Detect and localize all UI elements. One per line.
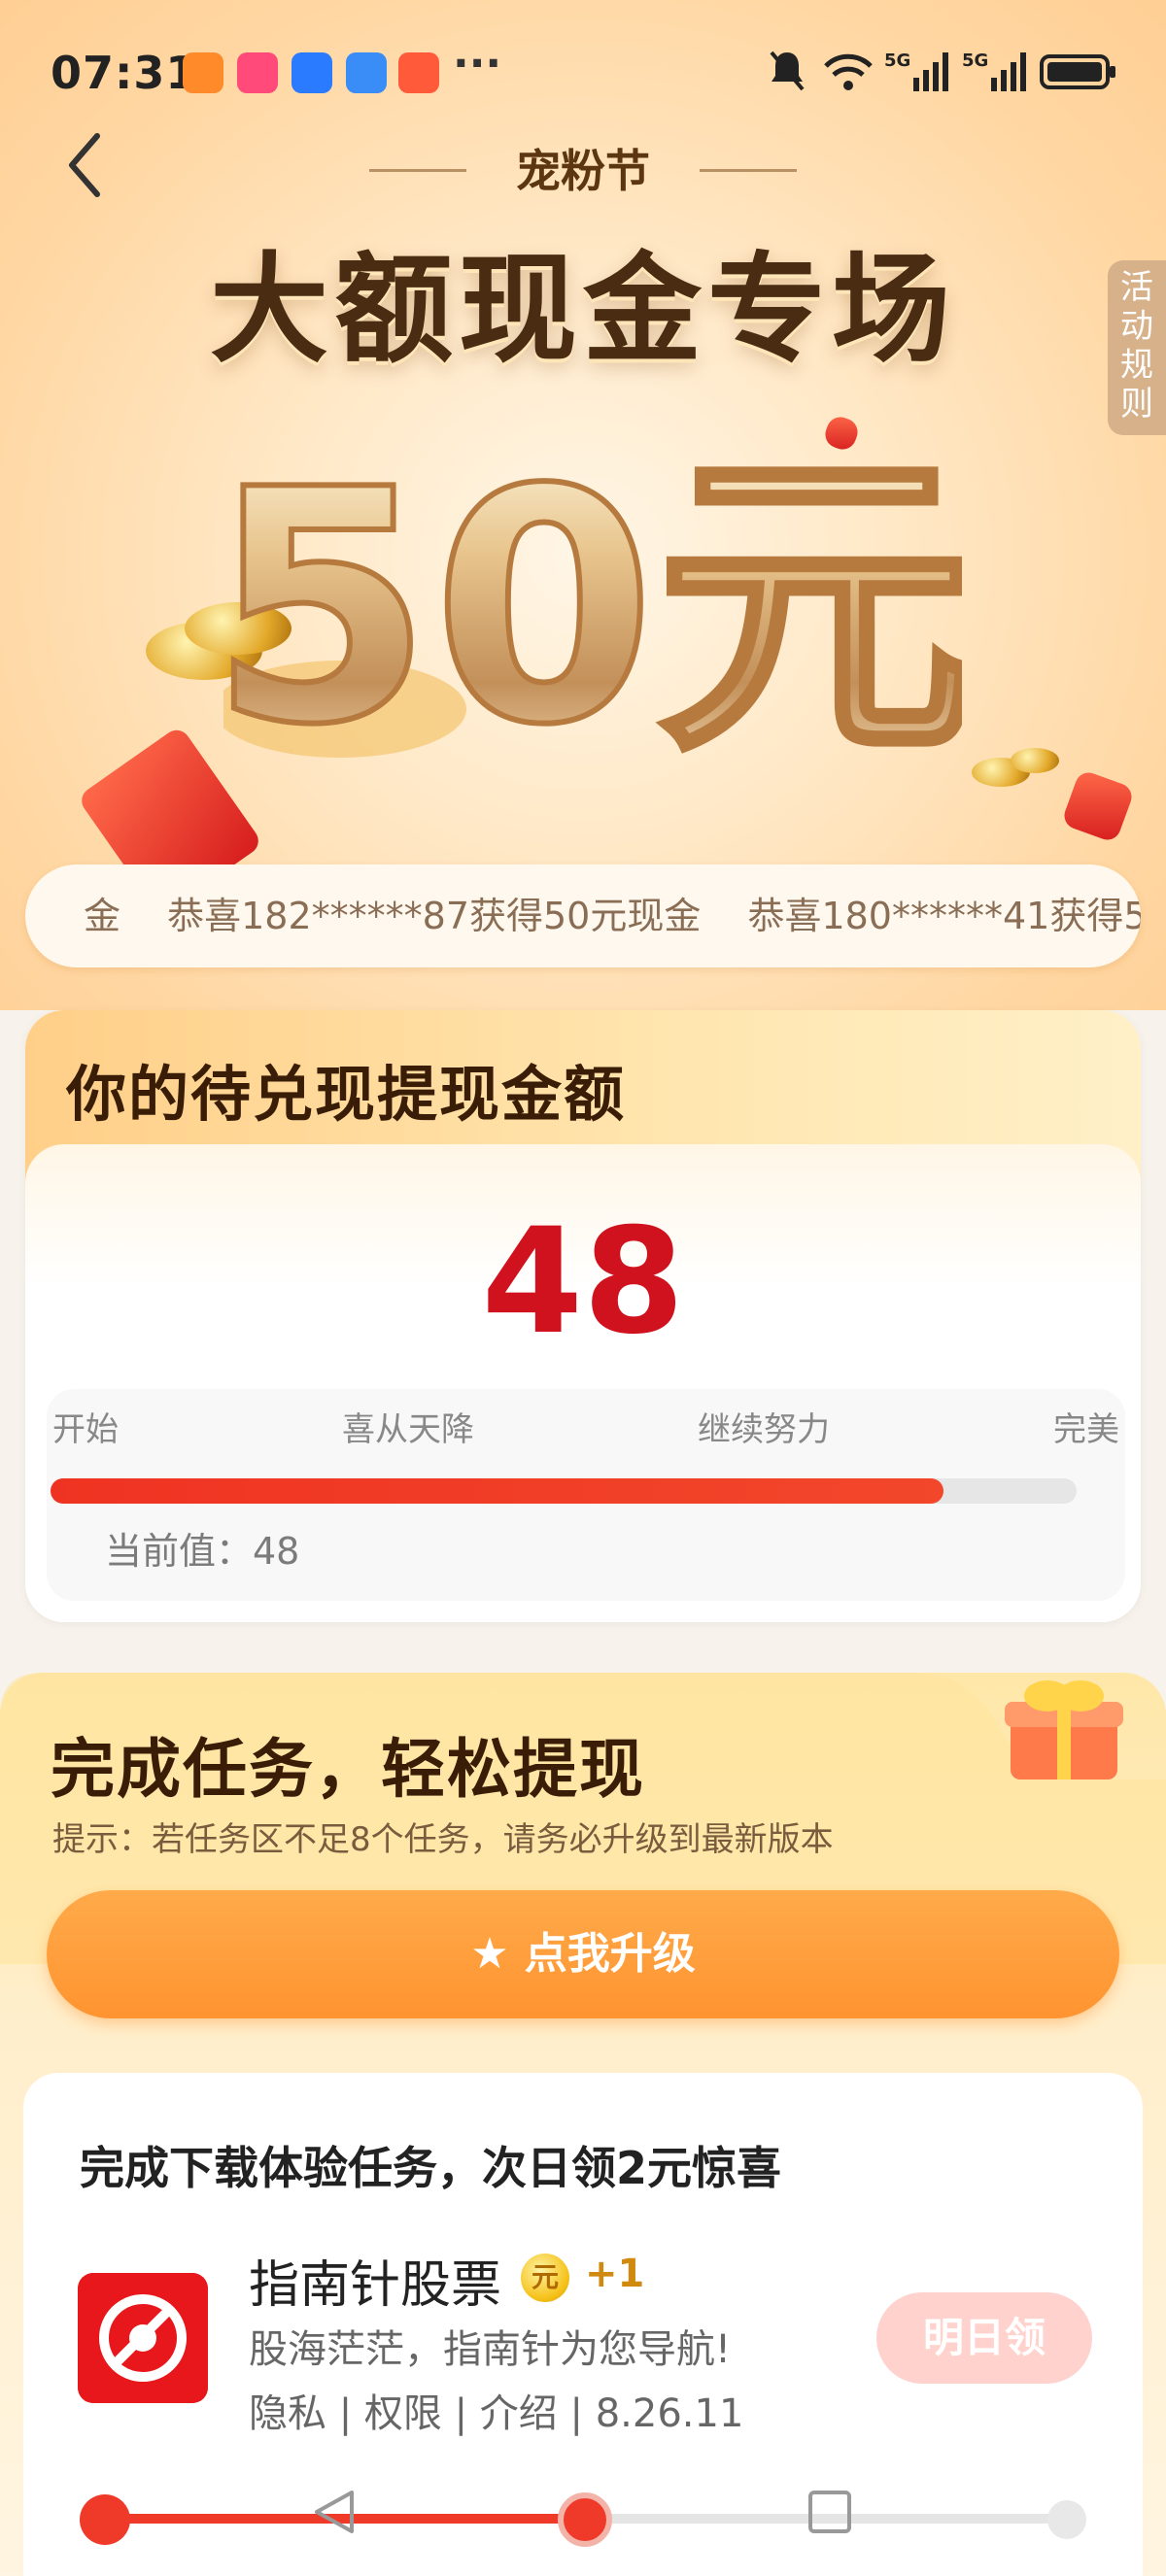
ticker-track: 金 恭喜182******87获得50元现金 恭喜180******41获得5 <box>84 864 1141 967</box>
square-overview-icon[interactable] <box>805 2487 855 2537</box>
svg-text:5G: 5G <box>884 51 910 71</box>
compass-stock-app-icon[interactable] <box>78 2273 208 2403</box>
status-time: 07:31 <box>51 47 198 99</box>
app-market-icon <box>292 52 332 93</box>
step-dot-current <box>558 2492 612 2547</box>
prize-balloon-graphic: 50元 <box>223 419 962 797</box>
upgrade-button[interactable]: ★ 点我升级 <box>47 1890 1119 2018</box>
prize-text: 50元 <box>223 422 962 795</box>
milestone-perfect: 完美 <box>1053 1410 1119 1449</box>
coin-decoration <box>1011 748 1059 773</box>
event-subtitle: 宠粉节 <box>369 146 797 204</box>
milestone-keep-going: 继续努力 <box>698 1410 830 1449</box>
status-bar: 07:31 ··· 5G 5G <box>0 0 1166 146</box>
star-icon: ★ <box>470 1929 509 1979</box>
download-task-title: 完成下载体验任务，次日领2元惊喜 <box>80 2142 782 2194</box>
progress-bar <box>51 1478 1077 1504</box>
more-notifications-icon: ··· <box>453 39 502 88</box>
svg-text:5G: 5G <box>962 51 988 71</box>
hero-banner: 50元 07:31 ··· 5G 5G 宠粉节 大额现金专场 活动规则 金 恭喜… <box>0 0 1166 1010</box>
claim-tomorrow-button[interactable]: 明日领 <box>876 2292 1092 2384</box>
milestone-lucky: 喜从天降 <box>342 1410 474 1449</box>
winner-ticker: 金 恭喜182******87获得50元现金 恭喜180******41获得5 <box>25 864 1141 967</box>
rules-tab[interactable]: 活动规则 <box>1108 260 1166 435</box>
battery-icon <box>1040 54 1115 89</box>
back-triangle-icon[interactable] <box>309 2487 360 2537</box>
gift-box-icon <box>1005 1680 1123 1779</box>
app-description: 股海茫茫，指南针为您导航! <box>249 2327 732 2372</box>
balance-card-title: 你的待兑现提现金额 <box>66 1059 627 1130</box>
red-app-icon <box>398 52 439 93</box>
task-section-title: 完成任务，轻松提现 <box>51 1732 645 1807</box>
app-name: 指南针股票 <box>249 2256 502 2315</box>
balance-amount: 48 <box>481 1198 685 1367</box>
heart-app-icon <box>183 52 223 93</box>
signal-5g-icon: 5G <box>962 51 1026 91</box>
ticker-item: 恭喜180******41获得5 <box>747 895 1141 937</box>
coin-badge-icon: 元 <box>521 2254 569 2302</box>
mute-icon <box>770 51 805 91</box>
signal-5g-icon: 5G <box>884 51 948 91</box>
red-envelope-decoration <box>1060 768 1136 844</box>
step-dot-start <box>80 2494 130 2545</box>
wifi-icon <box>824 53 873 90</box>
progress-bar-fill <box>51 1478 943 1504</box>
back-button[interactable] <box>58 126 117 204</box>
event-subtitle-text: 宠粉节 <box>516 145 650 197</box>
upgrade-button-label: 点我升级 <box>524 1929 696 1979</box>
ticker-item: 金 <box>84 895 121 937</box>
current-value-label: 当前值：48 <box>105 1530 300 1573</box>
app-meta-links[interactable]: 隐私 | 权限 | 介绍 | 8.26.11 <box>249 2382 743 2438</box>
milestone-start: 开始 <box>52 1410 119 1449</box>
browser-app-icon <box>346 52 387 93</box>
video-app-icon <box>237 52 278 93</box>
page-title: 大额现金专场 <box>210 241 956 379</box>
step-dot-end <box>1047 2500 1086 2539</box>
ticker-item: 恭喜182******87获得50元现金 <box>167 895 702 937</box>
task-section-hint: 提示：若任务区不足8个任务，请务必升级到最新版本 <box>52 1820 834 1859</box>
reward-count: +1 <box>585 2252 645 2296</box>
